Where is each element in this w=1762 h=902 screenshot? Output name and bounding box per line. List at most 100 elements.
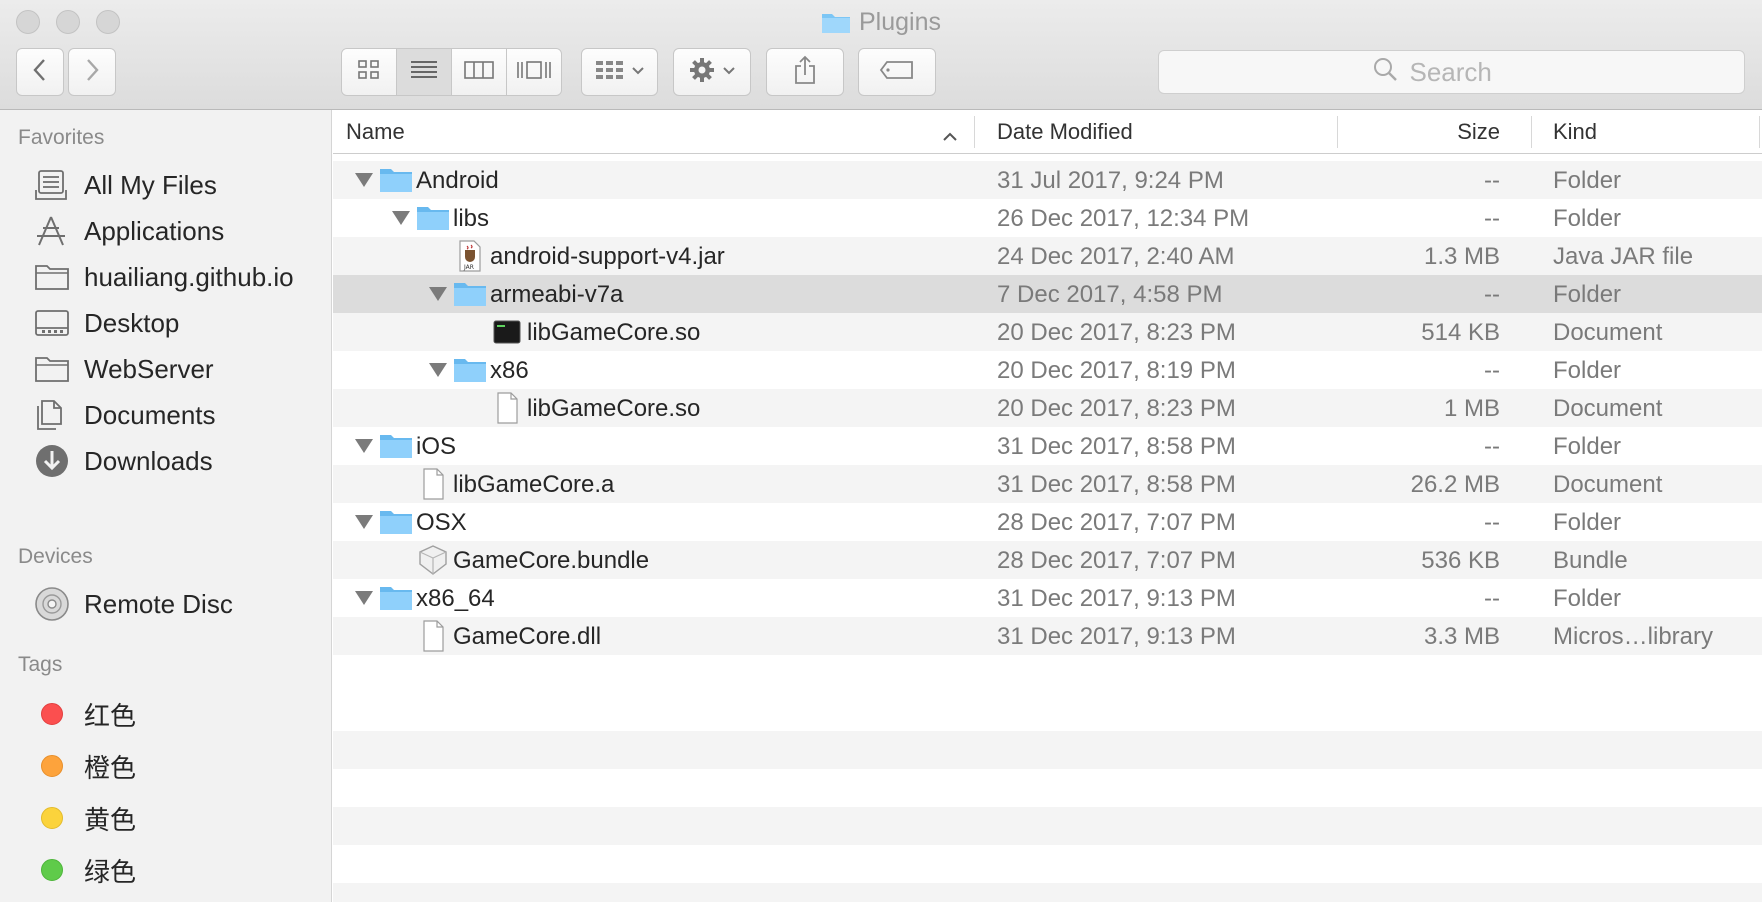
file-row[interactable]: x86_64 31 Dec 2017, 9:13 PM -- Folder <box>333 579 1762 617</box>
share-button[interactable] <box>766 48 844 96</box>
sidebar-item-label: 橙色 <box>84 752 137 783</box>
column-view-button[interactable] <box>452 49 507 95</box>
file-kind: Folder <box>1553 167 1622 194</box>
column-header: Name Date Modified Size Kind <box>333 110 1762 154</box>
sidebar-item-label: 红色 <box>84 700 137 731</box>
arrange-button[interactable] <box>581 48 658 96</box>
back-button[interactable] <box>16 48 64 96</box>
columns-icon <box>464 59 494 86</box>
list-icon <box>410 59 438 86</box>
icon-view-button[interactable] <box>342 49 397 95</box>
list-view-button[interactable] <box>397 49 452 95</box>
sidebar-item-all-my-files[interactable]: All My Files <box>34 165 324 205</box>
file-size: -- <box>1484 281 1500 308</box>
desktop-icon <box>34 303 76 343</box>
sidebar-item-desktop[interactable]: Desktop <box>34 303 324 343</box>
document-icon <box>416 468 450 500</box>
sidebar-item-webserver[interactable]: WebServer <box>34 349 324 389</box>
sidebar-item-documents[interactable]: Documents <box>34 395 324 435</box>
disclosure-triangle-icon[interactable] <box>355 439 373 453</box>
file-date-modified: 31 Dec 2017, 9:13 PM <box>997 585 1236 612</box>
sidebar-item-tag-yellow[interactable]: 黄色 <box>34 798 324 838</box>
file-row[interactable]: libs 26 Dec 2017, 12:34 PM -- Folder <box>333 199 1762 237</box>
search-field[interactable] <box>1158 50 1745 94</box>
action-button[interactable] <box>673 48 751 96</box>
sidebar-item-label: Downloads <box>84 445 213 476</box>
jar-file-icon: JAR <box>453 240 487 272</box>
sidebar-heading-tags: Tags <box>18 653 63 676</box>
disclosure-triangle-icon[interactable] <box>355 515 373 529</box>
sidebar-item-label: Applications <box>84 215 225 246</box>
sidebar-item-label: Desktop <box>84 307 180 338</box>
column-label: Kind <box>1553 118 1598 144</box>
documents-icon <box>34 395 76 435</box>
disclosure-triangle-icon[interactable] <box>355 173 373 187</box>
file-name: GameCore.dll <box>453 623 602 650</box>
sidebar-item-tag-red[interactable]: 红色 <box>34 694 324 734</box>
folder-icon <box>379 582 413 614</box>
window-title-bar: Plugins <box>0 8 1762 41</box>
sidebar-item-label: huailiang.github.io <box>84 261 294 292</box>
cover-flow-view-button[interactable] <box>507 49 561 95</box>
file-kind: Folder <box>1553 585 1622 612</box>
file-date-modified: 26 Dec 2017, 12:34 PM <box>997 205 1250 232</box>
tag-button[interactable] <box>858 48 936 96</box>
cover-flow-icon <box>516 59 552 86</box>
sidebar-item-applications[interactable]: Applications <box>34 211 324 251</box>
sidebar-item-label: All My Files <box>84 169 217 200</box>
chevron-left-icon <box>30 56 50 89</box>
view-mode-switcher <box>341 48 562 96</box>
share-icon <box>793 55 817 90</box>
column-label: Size <box>1457 118 1500 144</box>
file-date-modified: 24 Dec 2017, 2:40 AM <box>997 243 1235 270</box>
file-row[interactable]: libGameCore.so 20 Dec 2017, 8:23 PM 514 KB… <box>333 313 1762 351</box>
sidebar-item-downloads[interactable]: Downloads <box>34 441 324 481</box>
disclosure-triangle-icon[interactable] <box>429 363 447 377</box>
sidebar-item-huailiang-github-io[interactable]: huailiang.github.io <box>34 257 324 297</box>
sidebar-item-tag-green[interactable]: 绿色 <box>34 850 324 890</box>
file-row[interactable]: x86 20 Dec 2017, 8:19 PM -- Folder <box>333 351 1762 389</box>
disclosure-triangle-icon[interactable] <box>355 591 373 605</box>
file-size: -- <box>1484 509 1500 536</box>
column-header-date-modified[interactable]: Date Modified <box>997 110 1133 153</box>
file-row[interactable]: Android 31 Jul 2017, 9:24 PM -- Folder <box>333 161 1762 199</box>
file-list: Name Date Modified Size Kind Android 31 J… <box>333 110 1762 902</box>
file-row[interactable]: iOS 31 Dec 2017, 8:58 PM -- Folder <box>333 427 1762 465</box>
file-row[interactable]: armeabi-v7a 7 Dec 2017, 4:58 PM -- Folder <box>333 275 1762 313</box>
file-row[interactable]: JAR android-support-v4.jar 24 Dec 2017, 2:… <box>333 237 1762 275</box>
file-size: -- <box>1484 205 1500 232</box>
document-icon <box>490 392 524 424</box>
column-header-name[interactable]: Name <box>346 110 405 153</box>
sidebar-item-tag-orange[interactable]: 橙色 <box>34 746 324 786</box>
file-name: armeabi-v7a <box>490 281 624 308</box>
disclosure-triangle-icon[interactable] <box>429 287 447 301</box>
file-size: 3.3 MB <box>1423 623 1500 650</box>
file-date-modified: 31 Dec 2017, 8:58 PM <box>997 433 1236 460</box>
file-row[interactable]: GameCore.dll 31 Dec 2017, 9:13 PM 3.3 MB Mi… <box>333 617 1762 655</box>
file-date-modified: 31 Dec 2017, 8:58 PM <box>997 471 1236 498</box>
file-row[interactable]: OSX 28 Dec 2017, 7:07 PM -- Folder <box>333 503 1762 541</box>
search-input[interactable] <box>1407 55 1532 89</box>
file-date-modified: 20 Dec 2017, 8:23 PM <box>997 395 1236 422</box>
disclosure-triangle-icon[interactable] <box>392 211 410 225</box>
file-size: 1 MB <box>1443 395 1500 422</box>
file-row[interactable]: libGameCore.so 20 Dec 2017, 8:23 PM 1 MB Do… <box>333 389 1762 427</box>
yellow-tag-dot-icon <box>41 807 63 829</box>
file-name: libs <box>453 205 490 232</box>
file-date-modified: 31 Jul 2017, 9:24 PM <box>997 167 1224 194</box>
file-row[interactable]: libGameCore.a 31 Dec 2017, 8:58 PM 26.2 MB… <box>333 465 1762 503</box>
column-header-size[interactable]: Size <box>1457 110 1500 153</box>
column-header-kind[interactable]: Kind <box>1553 110 1597 153</box>
forward-button[interactable] <box>68 48 116 96</box>
sidebar-item-label: Documents <box>84 399 216 430</box>
file-row[interactable]: GameCore.bundle 28 Dec 2017, 7:07 PM 536 K… <box>333 541 1762 579</box>
file-size: -- <box>1484 433 1500 460</box>
chevron-down-icon <box>631 63 645 81</box>
file-kind: Document <box>1553 471 1663 498</box>
file-date-modified: 28 Dec 2017, 7:07 PM <box>997 547 1236 574</box>
file-kind: Bundle <box>1553 547 1628 574</box>
file-kind: Folder <box>1553 205 1622 232</box>
sidebar-item-remote-disc[interactable]: Remote Disc <box>34 584 324 624</box>
empty-rows <box>333 731 1762 902</box>
file-name: libGameCore.so <box>527 395 701 422</box>
